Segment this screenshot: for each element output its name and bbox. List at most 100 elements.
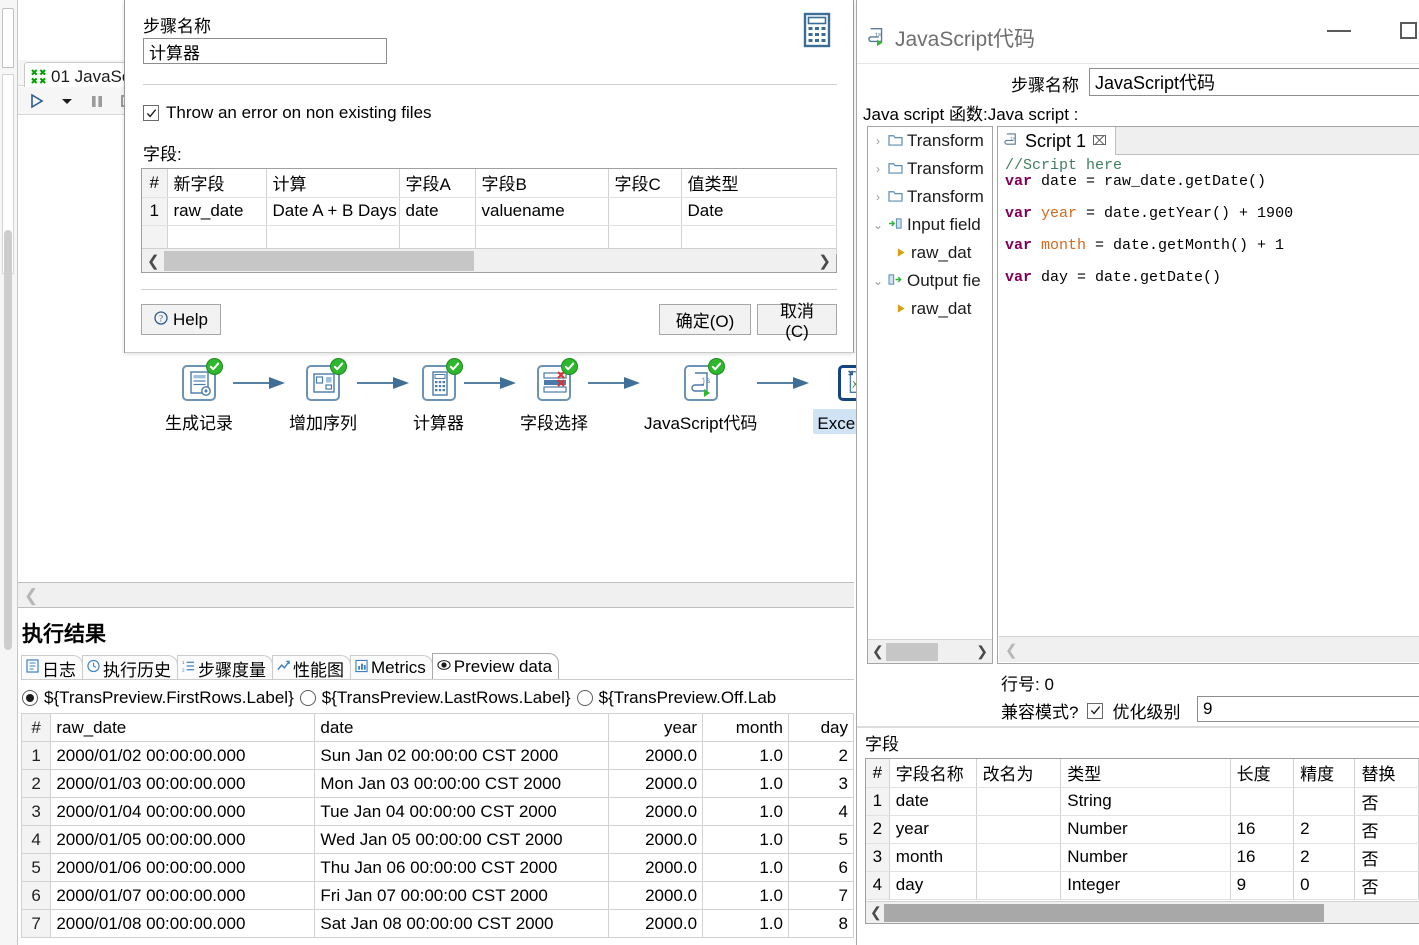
javascript-icon[interactable]: js bbox=[682, 358, 725, 403]
cell-precision[interactable]: 0 bbox=[1293, 871, 1356, 900]
column-header-raw-date[interactable]: raw_date bbox=[50, 713, 316, 742]
column-header-field-b[interactable]: 字段B bbox=[475, 169, 609, 198]
maximize-icon[interactable] bbox=[1400, 22, 1417, 39]
table-row[interactable]: 2 year Number 16 2 否 bbox=[866, 815, 1419, 844]
column-header-index[interactable]: # bbox=[142, 169, 168, 198]
cell-field-name[interactable]: date bbox=[889, 787, 977, 816]
cell-field-name[interactable]: day bbox=[889, 871, 977, 900]
cell-rename-to[interactable] bbox=[976, 871, 1062, 900]
column-header-day[interactable]: day bbox=[787, 713, 855, 742]
tab-metrics[interactable]: Metrics bbox=[350, 655, 433, 680]
table-row[interactable]: 1 2000/01/02 00:00:00.000 Sun Jan 02 00:… bbox=[20, 741, 855, 770]
flow-step-javascript[interactable]: js JavaScript代码 bbox=[644, 358, 757, 434]
table-row[interactable]: 5 2000/01/06 00:00:00.000 Thu Jan 06 00:… bbox=[20, 853, 855, 882]
cell-precision[interactable]: 2 bbox=[1293, 843, 1356, 872]
js-step-name-input[interactable] bbox=[1089, 68, 1419, 96]
cell-length[interactable]: 9 bbox=[1230, 871, 1295, 900]
table-row[interactable]: 4 2000/01/05 00:00:00.000 Wed Jan 05 00:… bbox=[20, 825, 855, 854]
table-row[interactable]: 6 2000/01/07 00:00:00.000 Fri Jan 07 00:… bbox=[20, 881, 855, 910]
cell-length[interactable]: 16 bbox=[1230, 843, 1295, 872]
run-options-chevron-down-icon[interactable] bbox=[56, 90, 78, 112]
compatibility-mode-checkbox[interactable] bbox=[1087, 702, 1104, 719]
tab-log[interactable]: 日志 bbox=[21, 655, 83, 680]
chevron-right-icon[interactable]: › bbox=[872, 162, 884, 176]
help-button[interactable]: ? Help bbox=[141, 304, 221, 335]
tab-execution-history[interactable]: 执行历史 bbox=[82, 655, 178, 680]
js-fields-table[interactable]: # 字段名称 改名为 类型 长度 精度 替换 1 date String bbox=[866, 759, 1419, 900]
flow-step-calculator[interactable]: 计算器 bbox=[413, 358, 464, 434]
column-header-index[interactable]: # bbox=[866, 759, 890, 788]
cell-type[interactable]: Number bbox=[1060, 843, 1231, 872]
cell-type[interactable]: Integer bbox=[1060, 871, 1231, 900]
scroll-left-icon[interactable]: ❮ bbox=[147, 252, 160, 270]
flow-step-select-values[interactable]: 字段选择 bbox=[520, 358, 588, 434]
table-row[interactable]: 4 day Integer 9 0 否 bbox=[866, 871, 1419, 900]
chevron-right-icon[interactable]: › bbox=[872, 134, 884, 148]
column-header-precision[interactable]: 精度 bbox=[1293, 759, 1356, 788]
chevron-down-icon[interactable]: ⌄ bbox=[872, 218, 884, 232]
script-tab-1[interactable]: js Script 1 ⌧ bbox=[998, 127, 1117, 155]
cell-replace[interactable]: 否 bbox=[1354, 787, 1419, 816]
editor-horizontal-scrollbar[interactable]: ❮ bbox=[999, 636, 1419, 662]
tree-item-input-fields[interactable]: ⌄ Input field bbox=[868, 211, 992, 239]
cell-value-type[interactable]: Date bbox=[681, 197, 837, 226]
tree-item-input-raw-date[interactable]: raw_dat bbox=[868, 239, 992, 267]
scroll-right-icon[interactable]: ❯ bbox=[976, 643, 988, 660]
ide-left-scrollbar[interactable] bbox=[4, 230, 12, 650]
run-icon[interactable] bbox=[26, 90, 48, 112]
throw-error-checkbox-row[interactable]: Throw an error on non existing files bbox=[143, 103, 432, 123]
column-header-type[interactable]: 类型 bbox=[1060, 759, 1231, 788]
column-header-new-field[interactable]: 新字段 bbox=[167, 169, 267, 198]
scroll-thumb[interactable] bbox=[886, 643, 938, 661]
column-header-year[interactable]: year bbox=[607, 713, 704, 742]
select-values-icon[interactable] bbox=[535, 358, 578, 403]
tree-horizontal-scrollbar[interactable]: ❮ ❯ bbox=[868, 639, 992, 663]
tree-item-output-fields[interactable]: ⌄ Output fie bbox=[868, 267, 992, 295]
table-row[interactable]: 3 2000/01/04 00:00:00.000 Tue Jan 04 00:… bbox=[20, 797, 855, 826]
cell-field-name[interactable]: year bbox=[889, 815, 977, 844]
cancel-button[interactable]: 取消(C) bbox=[757, 302, 837, 341]
radio-last-rows[interactable] bbox=[299, 690, 316, 706]
table-row[interactable]: 1 date String 否 bbox=[866, 787, 1419, 816]
scroll-left-icon[interactable]: ❮ bbox=[872, 643, 884, 660]
cell-replace[interactable]: 否 bbox=[1354, 815, 1419, 844]
flow-step-generate-rows[interactable]: 生成记录 bbox=[165, 358, 233, 434]
scroll-left-icon[interactable]: ❮ bbox=[870, 904, 882, 921]
tree-item-output-raw-date[interactable]: raw_dat bbox=[868, 295, 992, 323]
scroll-left-icon[interactable]: ❮ bbox=[24, 587, 38, 604]
flow-step-add-sequence[interactable]: 增加序列 bbox=[289, 358, 357, 434]
add-sequence-icon[interactable] bbox=[304, 358, 347, 403]
calculator-icon[interactable] bbox=[420, 358, 463, 403]
column-header-index[interactable]: # bbox=[20, 713, 52, 742]
cell-field-b[interactable]: valuename bbox=[475, 197, 609, 226]
minimize-icon[interactable] bbox=[1327, 30, 1351, 32]
js-fields-table-hscrollbar[interactable]: ❮ bbox=[866, 901, 1419, 923]
tree-item-transform-1[interactable]: › Transform bbox=[868, 127, 992, 155]
column-header-field-a[interactable]: 字段A bbox=[399, 169, 476, 198]
table-row[interactable]: 7 2000/01/08 00:00:00.000 Sat Jan 08 00:… bbox=[20, 909, 855, 938]
column-header-replace[interactable]: 替换 bbox=[1354, 759, 1419, 788]
scroll-thumb[interactable] bbox=[884, 904, 1324, 922]
cell-field-c[interactable] bbox=[608, 197, 682, 226]
ok-button[interactable]: 确定(O) bbox=[659, 304, 751, 335]
scroll-left-icon[interactable]: ❮ bbox=[1005, 641, 1018, 659]
cell-precision[interactable]: 2 bbox=[1293, 815, 1356, 844]
cell-rename-to[interactable] bbox=[976, 843, 1062, 872]
cell-precision[interactable] bbox=[1293, 787, 1356, 816]
step-name-input[interactable] bbox=[143, 38, 387, 64]
tree-item-transform-2[interactable]: › Transform bbox=[868, 155, 992, 183]
column-header-rename-to[interactable]: 改名为 bbox=[976, 759, 1062, 788]
table-row[interactable]: 2 2000/01/03 00:00:00.000 Mon Jan 03 00:… bbox=[20, 769, 855, 798]
script-code-area[interactable]: //Script here var date = raw_date.getDat… bbox=[999, 156, 1419, 613]
throw-error-checkbox[interactable] bbox=[143, 105, 159, 121]
pause-icon[interactable] bbox=[86, 90, 108, 112]
calculator-table-hscrollbar[interactable]: ❮ ❯ bbox=[142, 248, 836, 272]
column-header-value-type[interactable]: 值类型 bbox=[681, 169, 837, 198]
column-header-length[interactable]: 长度 bbox=[1230, 759, 1295, 788]
radio-first-rows[interactable] bbox=[22, 690, 38, 706]
calculator-fields-table[interactable]: # 新字段 计算 字段A 字段B 字段C 值类型 1 raw_date Date… bbox=[142, 169, 837, 254]
cell-new-field[interactable]: raw_date bbox=[167, 197, 267, 226]
cell-replace[interactable]: 否 bbox=[1354, 871, 1419, 900]
cell-field-name[interactable]: month bbox=[889, 843, 977, 872]
js-functions-tree[interactable]: › Transform › Transform › Transform ⌄ In… bbox=[867, 126, 993, 664]
